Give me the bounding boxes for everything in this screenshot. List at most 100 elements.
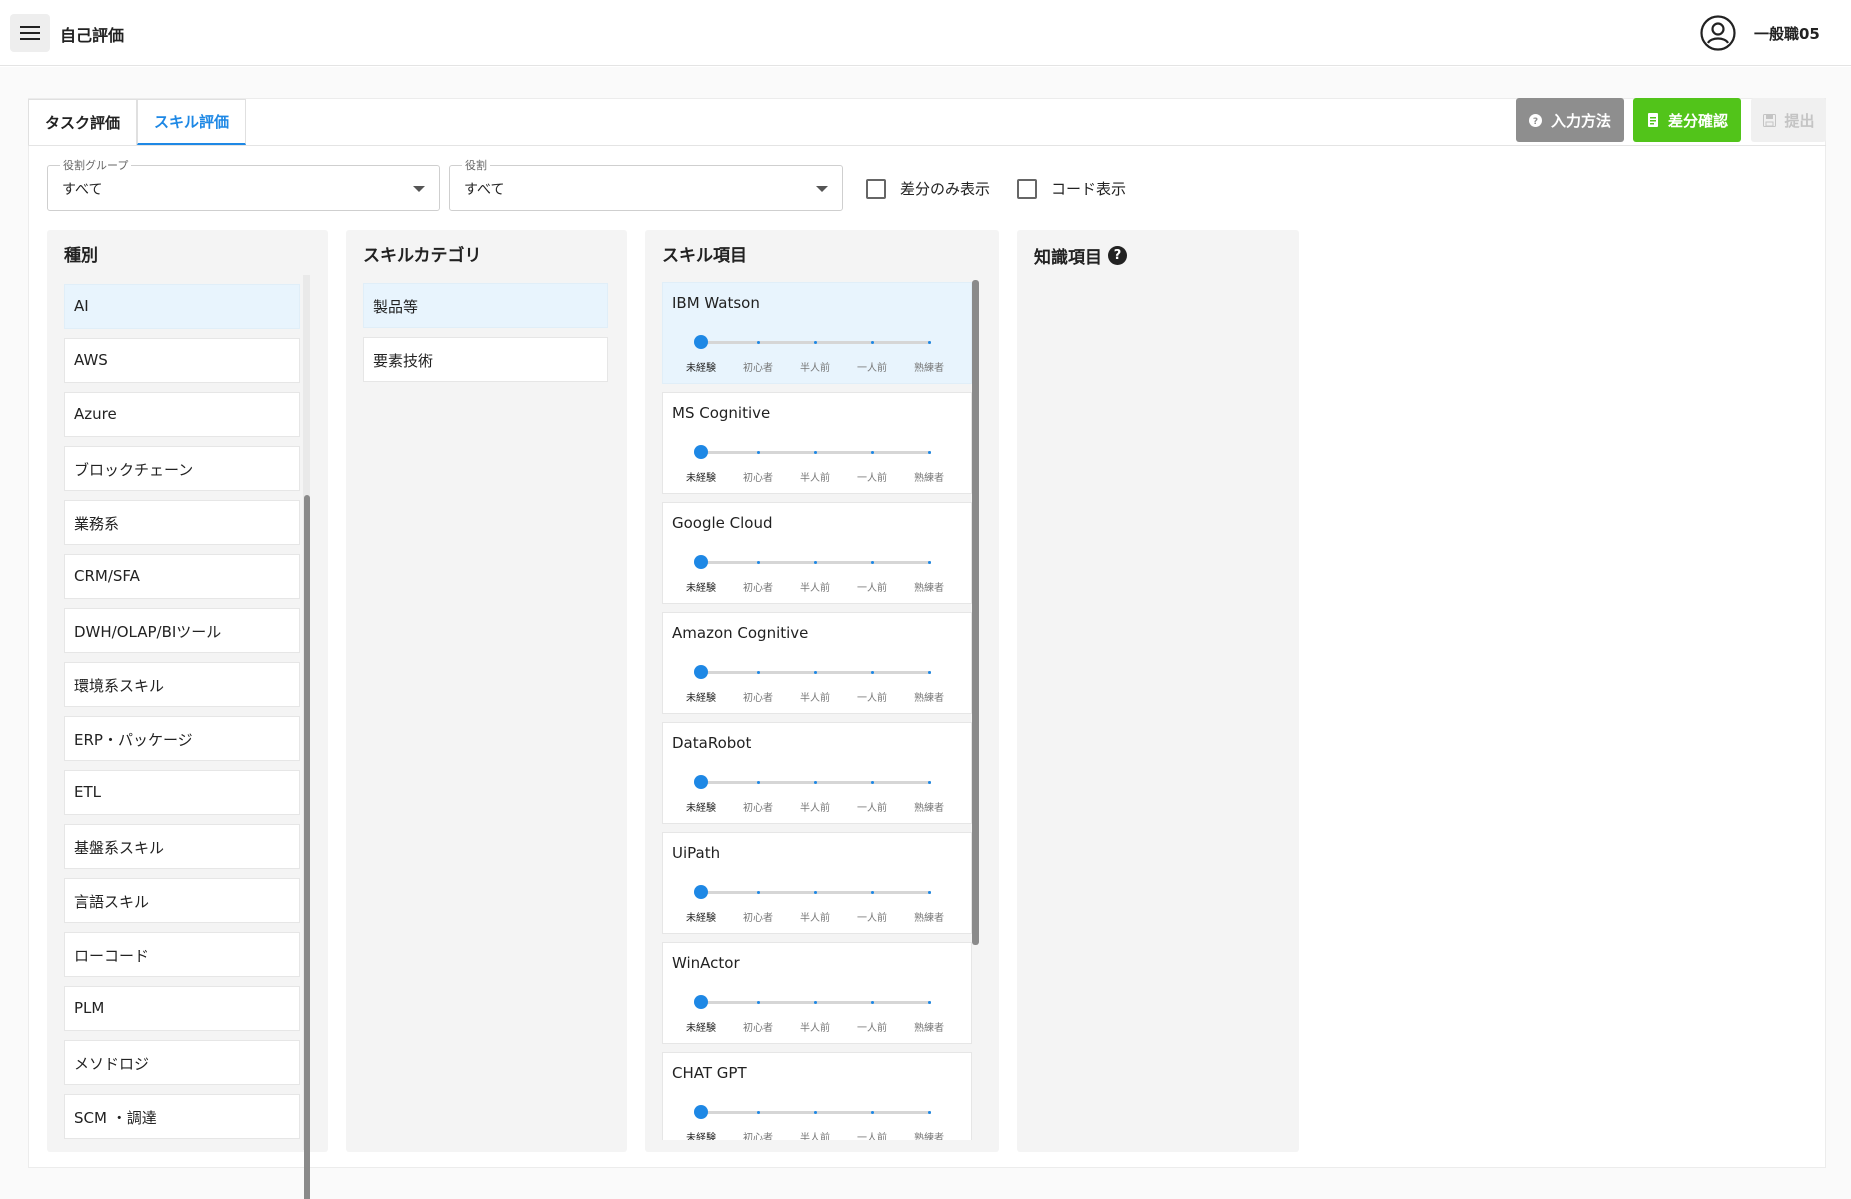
level-slider-label[interactable]: 熟練者 — [904, 359, 954, 374]
skill-scrollbar[interactable] — [972, 280, 979, 945]
type-list-item[interactable]: メソドロジ — [64, 1040, 300, 1085]
checkbox-icon[interactable] — [1017, 178, 1037, 199]
level-slider-label[interactable]: 未経験 — [676, 469, 726, 484]
level-slider-thumb[interactable] — [694, 885, 708, 899]
type-list-item[interactable]: 環境系スキル — [64, 662, 300, 707]
level-slider-thumb[interactable] — [694, 775, 708, 789]
skill-card[interactable]: Amazon Cognitive 未経験 初心者 半人前 一人前 熟練者 — [662, 612, 972, 714]
level-slider-label[interactable]: 熟練者 — [904, 579, 954, 594]
type-list-item[interactable]: SCM ・調達 — [64, 1094, 300, 1139]
role-select[interactable]: 役割 すべて — [449, 157, 843, 211]
user-name[interactable]: 一般職05 — [1754, 23, 1820, 44]
type-list-item[interactable]: 基盤系スキル — [64, 824, 300, 869]
level-slider-label[interactable]: 一人前 — [847, 1129, 897, 1140]
level-slider-thumb[interactable] — [694, 335, 708, 349]
level-slider-label[interactable]: 一人前 — [847, 359, 897, 374]
level-slider-label[interactable]: 初心者 — [733, 689, 783, 704]
level-slider-mark — [928, 341, 931, 344]
level-slider-mark — [757, 891, 760, 894]
level-slider-label[interactable]: 初心者 — [733, 1019, 783, 1034]
level-slider-label[interactable]: 初心者 — [733, 359, 783, 374]
level-slider-thumb[interactable] — [694, 1105, 708, 1119]
category-list-item[interactable]: 要素技術 — [363, 337, 608, 382]
level-slider-label[interactable]: 一人前 — [847, 799, 897, 814]
skill-card[interactable]: WinActor 未経験 初心者 半人前 一人前 熟練者 — [662, 942, 972, 1044]
level-slider-label[interactable]: 初心者 — [733, 909, 783, 924]
type-list-item[interactable]: 業務系 — [64, 500, 300, 545]
type-list-item[interactable]: ローコード — [64, 932, 300, 977]
skill-card[interactable]: Google Cloud 未経験 初心者 半人前 一人前 熟練者 — [662, 502, 972, 604]
level-slider-thumb[interactable] — [694, 555, 708, 569]
skill-card[interactable]: DataRobot 未経験 初心者 半人前 一人前 熟練者 — [662, 722, 972, 824]
level-slider-label[interactable]: 熟練者 — [904, 909, 954, 924]
type-list-item[interactable]: CRM/SFA — [64, 554, 300, 599]
type-scrollbar[interactable] — [304, 495, 310, 1199]
type-column: 種別 AI AWS Azure ブロックチェーン 業務系 CRM/SFA DWH/OLAP/… — [47, 230, 328, 1199]
level-slider-label[interactable]: 一人前 — [847, 909, 897, 924]
level-slider-label[interactable]: 半人前 — [790, 799, 840, 814]
type-list-item[interactable]: 言語スキル — [64, 878, 300, 923]
role-group-select[interactable]: 役割グループ すべて — [47, 157, 440, 211]
category-column: スキルカテゴリ 製品等 要素技術 — [346, 230, 627, 1152]
level-slider-label[interactable]: 熟練者 — [904, 469, 954, 484]
type-list-item[interactable]: ブロックチェーン — [64, 446, 300, 491]
level-slider-label[interactable]: 一人前 — [847, 1019, 897, 1034]
level-slider-thumb[interactable] — [694, 665, 708, 679]
category-list-item[interactable]: 製品等 — [363, 283, 608, 328]
level-slider-label[interactable]: 初心者 — [733, 1129, 783, 1140]
howto-button[interactable]: ? 入力方法 — [1516, 98, 1624, 142]
help-icon[interactable]: ? — [1108, 246, 1127, 265]
level-slider-label[interactable]: 半人前 — [790, 359, 840, 374]
level-slider-label[interactable]: 初心者 — [733, 469, 783, 484]
show-code-checkbox[interactable]: コード表示 — [1017, 178, 1126, 199]
type-list-item[interactable]: AI — [64, 284, 300, 329]
level-slider-label[interactable]: 熟練者 — [904, 1129, 954, 1140]
submit-button[interactable]: 提出 — [1751, 98, 1826, 142]
level-slider-label[interactable]: 半人前 — [790, 1129, 840, 1140]
level-slider-label[interactable]: 熟練者 — [904, 799, 954, 814]
level-slider-label[interactable]: 未経験 — [676, 579, 726, 594]
level-slider-label[interactable]: 半人前 — [790, 579, 840, 594]
type-list-item[interactable]: ERP・パッケージ — [64, 716, 300, 761]
menu-icon[interactable] — [10, 14, 50, 52]
level-slider-label[interactable]: 未経験 — [676, 909, 726, 924]
level-slider-label[interactable]: 一人前 — [847, 579, 897, 594]
level-slider-label[interactable]: 半人前 — [790, 469, 840, 484]
level-slider-label[interactable]: 初心者 — [733, 799, 783, 814]
document-icon — [1646, 113, 1660, 127]
type-list-item[interactable]: PLM — [64, 986, 300, 1031]
checkbox-icon[interactable] — [866, 178, 886, 199]
help-circle-icon: ? — [1529, 113, 1543, 127]
skill-card[interactable]: UiPath 未経験 初心者 半人前 一人前 熟練者 — [662, 832, 972, 934]
level-slider-label[interactable]: 半人前 — [790, 909, 840, 924]
level-slider-label[interactable]: 初心者 — [733, 579, 783, 594]
level-slider-mark — [814, 451, 817, 454]
level-slider-label[interactable]: 未経験 — [676, 359, 726, 374]
caret-down-icon — [413, 186, 425, 192]
user-account-icon[interactable] — [1700, 15, 1736, 51]
level-slider-label[interactable]: 熟練者 — [904, 1019, 954, 1034]
level-slider-thumb[interactable] — [694, 995, 708, 1009]
type-list-item[interactable]: AWS — [64, 338, 300, 383]
diff-check-button[interactable]: 差分確認 — [1633, 98, 1741, 142]
level-slider-thumb[interactable] — [694, 445, 708, 459]
skill-card[interactable]: IBM Watson 未経験 初心者 半人前 一人前 熟練者 — [662, 282, 972, 384]
type-list-item[interactable]: Azure — [64, 392, 300, 437]
tab-skill-evaluation[interactable]: スキル評価 — [137, 99, 247, 145]
level-slider-label[interactable]: 未経験 — [676, 799, 726, 814]
diff-only-checkbox[interactable]: 差分のみ表示 — [866, 178, 990, 199]
level-slider-label[interactable]: 未経験 — [676, 1019, 726, 1034]
level-slider-label[interactable]: 一人前 — [847, 469, 897, 484]
skill-card[interactable]: MS Cognitive 未経験 初心者 半人前 一人前 熟練者 — [662, 392, 972, 494]
level-slider-label[interactable]: 半人前 — [790, 1019, 840, 1034]
type-list-item[interactable]: ETL — [64, 770, 300, 815]
skill-card[interactable]: CHAT GPT 未経験 初心者 半人前 一人前 熟練者 — [662, 1052, 972, 1140]
level-slider-label[interactable]: 未経験 — [676, 689, 726, 704]
level-slider-label[interactable]: 半人前 — [790, 689, 840, 704]
level-slider-label[interactable]: 熟練者 — [904, 689, 954, 704]
tab-task-evaluation[interactable]: タスク評価 — [28, 99, 138, 145]
type-list-item[interactable]: DWH/OLAP/BIツール — [64, 608, 300, 653]
level-slider-label[interactable]: 一人前 — [847, 689, 897, 704]
level-slider-label[interactable]: 未経験 — [676, 1129, 726, 1140]
level-slider-mark — [871, 1111, 874, 1114]
